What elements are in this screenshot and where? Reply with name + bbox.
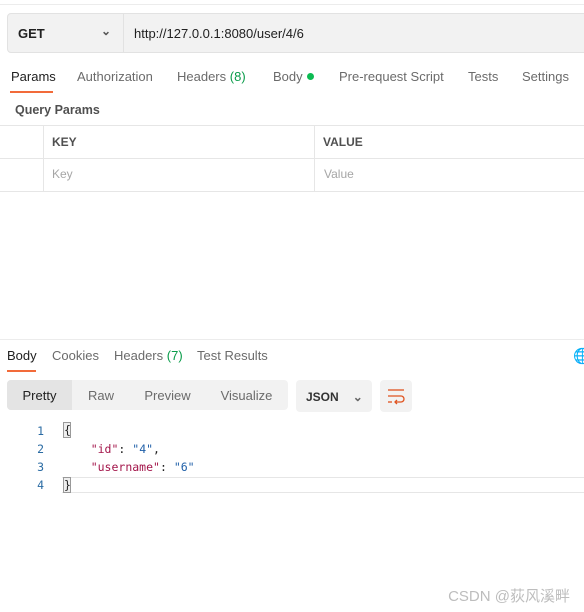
line-number: 1: [37, 424, 44, 438]
json-key: "username": [90, 460, 160, 474]
headers-count: (7): [166, 348, 183, 363]
tab-params[interactable]: Params: [11, 69, 56, 84]
tab-label: Headers: [177, 69, 227, 84]
view-preview[interactable]: Preview: [130, 380, 205, 410]
brace: {: [63, 422, 71, 438]
wrap-lines-button[interactable]: [380, 380, 412, 412]
json-tail: ,: [153, 442, 160, 456]
tab-tests[interactable]: Tests: [468, 69, 498, 84]
divider: [0, 191, 584, 192]
url-input[interactable]: http://127.0.0.1:8080/user/4/6: [134, 26, 304, 41]
tab-label: Body: [273, 69, 303, 84]
brace: }: [63, 477, 71, 493]
value-header: VALUE: [323, 135, 363, 149]
key-header: KEY: [52, 135, 77, 149]
active-tab-underline: [10, 91, 53, 93]
headers-count: (8): [229, 69, 246, 84]
code-line[interactable]: }: [63, 477, 71, 493]
chevron-down-icon: ⌄: [352, 390, 363, 404]
tab-settings[interactable]: Settings: [522, 69, 569, 84]
tab-body[interactable]: Body: [273, 69, 314, 84]
tab-pre-request-script[interactable]: Pre-request Script: [339, 69, 444, 84]
watermark: CSDN @荻风溪畔: [448, 588, 570, 605]
divider: [314, 125, 315, 191]
code-line[interactable]: "username": "6": [63, 460, 195, 474]
line-number: 2: [37, 442, 44, 456]
tab-headers[interactable]: Headers (8): [177, 69, 246, 84]
key-input[interactable]: Key: [52, 167, 73, 181]
response-tab-headers[interactable]: Headers (7): [114, 348, 183, 363]
format-select[interactable]: JSON ⌄: [296, 380, 372, 412]
code-line[interactable]: {: [63, 422, 71, 438]
divider: [0, 4, 584, 5]
code-line[interactable]: "id": "4",: [63, 442, 160, 456]
line-number: 4: [37, 478, 44, 492]
response-tab-body[interactable]: Body: [7, 348, 37, 363]
json-value: "4": [132, 442, 154, 456]
pane-divider[interactable]: [0, 339, 584, 340]
value-input[interactable]: Value: [324, 167, 354, 181]
method-label: GET: [18, 26, 45, 41]
view-mode-group: Pretty Raw Preview Visualize: [7, 380, 288, 410]
view-raw[interactable]: Raw: [72, 380, 130, 410]
line-number: 3: [37, 460, 44, 474]
method-select[interactable]: GET ⌄: [8, 14, 124, 52]
json-sep: :: [118, 442, 133, 456]
divider: [43, 125, 44, 191]
request-bar: GET ⌄ http://127.0.0.1:8080/user/4/6: [7, 13, 584, 53]
response-tab-test-results[interactable]: Test Results: [197, 348, 268, 363]
json-value: "6": [173, 460, 195, 474]
divider: [0, 158, 584, 159]
active-tab-underline: [7, 370, 36, 372]
view-visualize[interactable]: Visualize: [205, 380, 288, 410]
json-sep: :: [159, 460, 174, 474]
globe-icon[interactable]: 🌐: [573, 347, 584, 365]
tab-authorization[interactable]: Authorization: [77, 69, 153, 84]
divider: [0, 125, 584, 126]
query-params-title: Query Params: [15, 103, 100, 117]
current-line-highlight: [62, 477, 584, 493]
chevron-down-icon: ⌄: [100, 24, 111, 38]
response-tab-cookies[interactable]: Cookies: [52, 348, 99, 363]
format-label: JSON: [306, 390, 339, 404]
wrap-icon: [388, 389, 405, 405]
tab-label: Headers: [114, 348, 164, 363]
green-dot-icon: [306, 73, 314, 80]
json-key: "id": [90, 442, 119, 456]
view-pretty[interactable]: Pretty: [7, 380, 72, 410]
